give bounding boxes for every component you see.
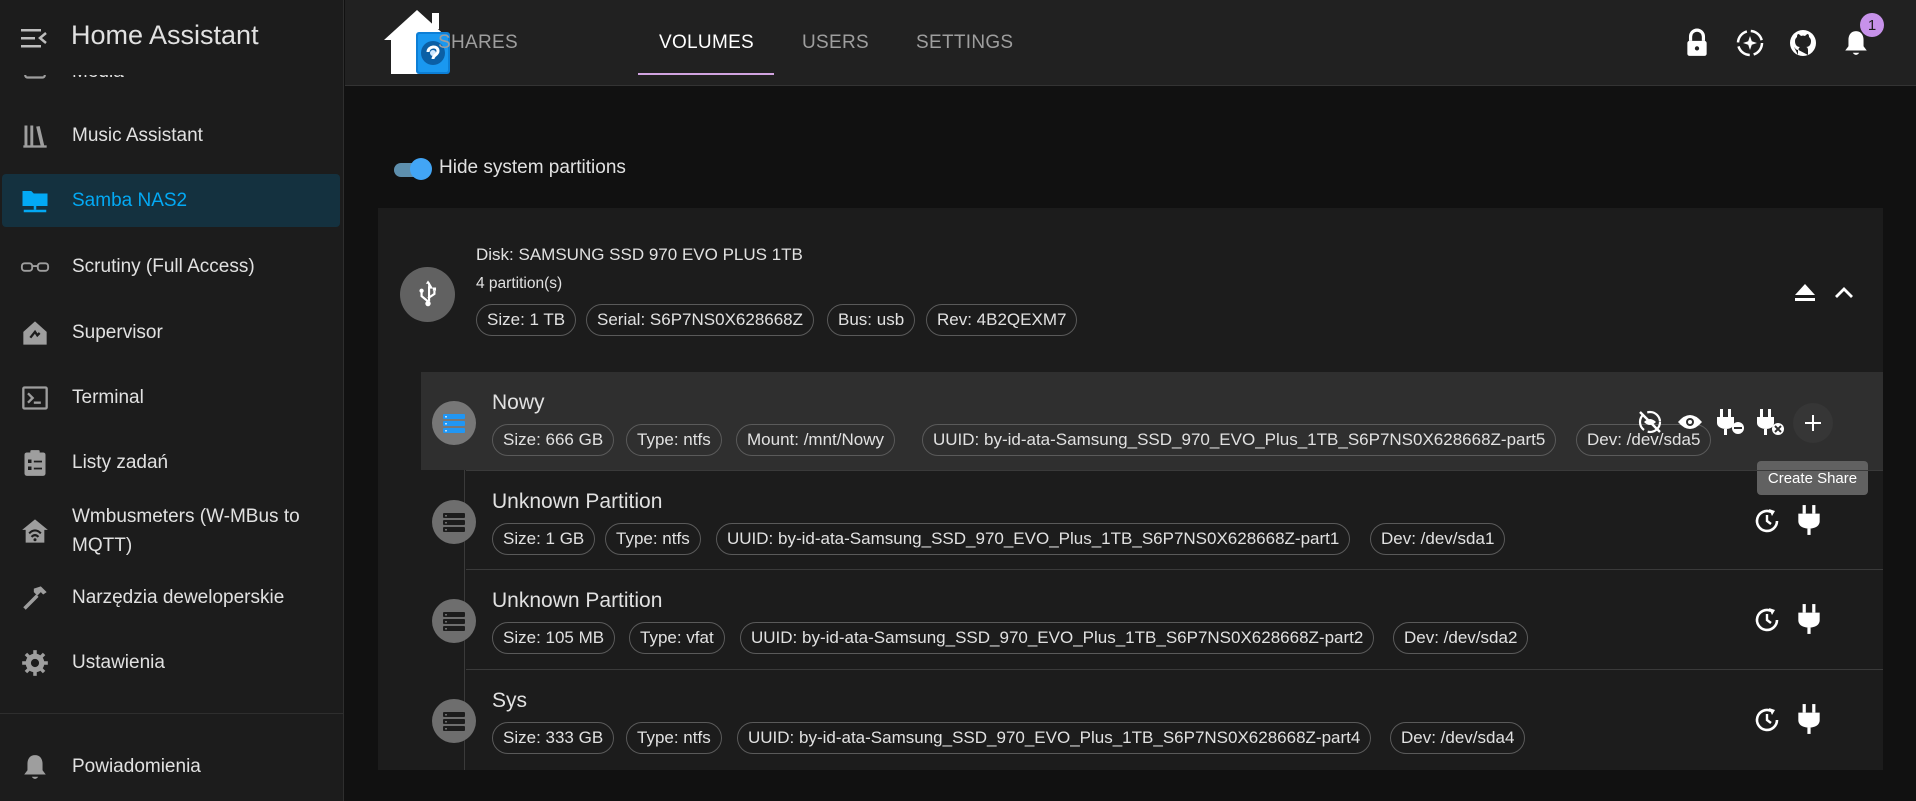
eye-icon[interactable] <box>1673 405 1707 439</box>
sidebar-item-samba-nas2[interactable]: Samba NAS2 <box>2 174 340 227</box>
toggle-label: Hide system partitions <box>439 157 626 178</box>
eject-icon[interactable] <box>1788 275 1822 309</box>
disk-title: Disk: SAMSUNG SSD 970 EVO PLUS 1TB <box>476 245 803 264</box>
menu-collapse-icon[interactable] <box>20 26 48 50</box>
sidebar-item-label: Wmbusmeters (W-MBus to <box>72 506 300 527</box>
row-divider <box>466 569 1883 570</box>
music-library-icon <box>20 121 50 151</box>
github-icon[interactable] <box>1787 27 1819 59</box>
gear-icon <box>20 648 50 678</box>
partition-chip-uuid: UUID: by-id-ata-Samsung_SSD_970_EVO_Plus… <box>922 424 1557 456</box>
partition-chip-size: Size: 666 GB <box>492 424 615 456</box>
sidebar-item-label-line2: MQTT) <box>72 535 133 556</box>
sidebar-item-notifications[interactable]: Powiadomienia <box>0 752 343 782</box>
plug-remove-icon[interactable] <box>1713 405 1747 439</box>
nas-folder-icon <box>20 186 50 216</box>
disk-partition-count: 4 partition(s) <box>476 275 563 292</box>
sidebar-item-supervisor[interactable]: Supervisor <box>0 318 343 348</box>
lock-icon[interactable] <box>1681 27 1713 59</box>
notification-badge: 1 <box>1860 13 1884 37</box>
sidebar-item-music-assistant[interactable]: Music Assistant <box>0 121 343 151</box>
toggle-knob <box>410 158 432 180</box>
active-tab-indicator <box>638 73 774 75</box>
partition-chip-uuid: UUID: by-id-ata-Samsung_SSD_970_EVO_Plus… <box>716 523 1351 555</box>
sidebar-item-label: Supervisor <box>72 322 163 343</box>
sidebar: Media Home Assistant Music Assistant Sam… <box>0 0 344 801</box>
partition-icon <box>432 500 476 544</box>
partition-chip-type: Type: ntfs <box>605 523 701 555</box>
clipboard-list-icon <box>20 448 50 478</box>
eye-off-sync-icon[interactable] <box>1633 405 1667 439</box>
hammer-icon <box>20 583 50 613</box>
sidebar-item-label: Ustawienia <box>72 652 165 673</box>
sidebar-item-label: Music Assistant <box>72 125 203 146</box>
home-wifi-icon <box>20 516 50 546</box>
partition-chip-type: Type: ntfs <box>626 722 722 754</box>
partition-chip-mount: Mount: /mnt/Nowy <box>736 424 895 456</box>
partition-chip-uuid: UUID: by-id-ata-Samsung_SSD_970_EVO_Plus… <box>737 722 1372 754</box>
sidebar-item-terminal[interactable]: Terminal <box>0 383 343 413</box>
partition-title: Nowy <box>492 391 545 414</box>
partition-chip-size: Size: 105 MB <box>492 622 616 654</box>
terminal-icon <box>20 383 50 413</box>
sidebar-divider <box>0 713 343 714</box>
sidebar-item-narzedzia[interactable]: Narzędzia deweloperskie <box>0 583 343 613</box>
sidebar-item-label: Powiadomienia <box>72 756 201 777</box>
sidebar-item-label: Narzędzia deweloperskie <box>72 587 285 608</box>
tab-shares[interactable]: SHARES <box>438 0 518 86</box>
chevron-up-icon[interactable] <box>1827 275 1861 309</box>
disk-chip-rev: Rev: 4B2QEXM7 <box>926 304 1078 336</box>
history-icon[interactable] <box>1750 703 1784 737</box>
plug-icon[interactable] <box>1792 602 1826 636</box>
sidebar-item-wmbusmeters[interactable]: Wmbusmeters (W-MBus to MQTT) <box>0 502 343 560</box>
usb-icon <box>400 267 455 322</box>
plus-icon <box>1805 415 1821 431</box>
partition-icon <box>432 699 476 743</box>
partition-chip-size: Size: 333 GB <box>492 722 615 754</box>
partition-chip-uuid: UUID: by-id-ata-Samsung_SSD_970_EVO_Plus… <box>740 622 1375 654</box>
disk-card <box>378 208 1883 770</box>
partition-chip-dev: Dev: /dev/sda4 <box>1390 722 1526 754</box>
create-share-button[interactable] <box>1793 403 1833 443</box>
tab-users[interactable]: USERS <box>802 0 869 86</box>
partition-title: Sys <box>492 689 528 712</box>
top-app-bar: SHARES VOLUMES USERS SETTINGS 1 <box>345 0 1916 86</box>
bell-icon <box>20 752 50 782</box>
disk-chip-serial: Serial: S6P7NS0X628668Z <box>586 304 815 336</box>
app-title: Home Assistant <box>71 20 259 50</box>
sidebar-item-label: Listy zadań <box>72 452 169 473</box>
sidebar-item-label: Samba NAS2 <box>72 190 188 211</box>
partition-icon <box>432 599 476 643</box>
sidebar-header: Home Assistant <box>0 0 343 75</box>
glasses-icon <box>20 252 50 282</box>
tab-settings[interactable]: SETTINGS <box>916 0 1013 86</box>
sidebar-item-scrutiny[interactable]: Scrutiny (Full Access) <box>0 252 343 282</box>
plug-icon[interactable] <box>1792 702 1826 736</box>
disk-chip-size: Size: 1 TB <box>476 304 577 336</box>
plug-close-icon[interactable] <box>1753 405 1787 439</box>
partition-title: Unknown Partition <box>492 490 663 513</box>
history-icon[interactable] <box>1750 504 1784 538</box>
row-divider <box>466 470 1883 471</box>
partition-chip-dev: Dev: /dev/sda2 <box>1393 622 1529 654</box>
partition-chip-dev: Dev: /dev/sda1 <box>1370 523 1506 555</box>
partition-title: Unknown Partition <box>492 589 663 612</box>
sidebar-item-label: Terminal <box>72 387 144 408</box>
sidebar-item-listy-zadan[interactable]: Listy zadań <box>0 448 343 478</box>
supervisor-icon <box>20 318 50 348</box>
create-share-tooltip: Create Share <box>1757 461 1868 495</box>
partition-icon <box>432 401 476 445</box>
history-icon[interactable] <box>1750 603 1784 637</box>
sidebar-item-label: Scrutiny (Full Access) <box>72 256 255 277</box>
plug-icon[interactable] <box>1792 503 1826 537</box>
partition-chip-size: Size: 1 GB <box>492 523 596 555</box>
disk-chip-bus: Bus: usb <box>827 304 916 336</box>
partition-chip-type: Type: vfat <box>629 622 725 654</box>
sidebar-item-ustawienia[interactable]: Ustawienia <box>0 648 343 678</box>
sync-icon[interactable] <box>1734 27 1766 59</box>
row-divider <box>466 669 1883 670</box>
hide-system-partitions-toggle[interactable] <box>392 158 432 180</box>
partition-chip-type: Type: ntfs <box>626 424 722 456</box>
